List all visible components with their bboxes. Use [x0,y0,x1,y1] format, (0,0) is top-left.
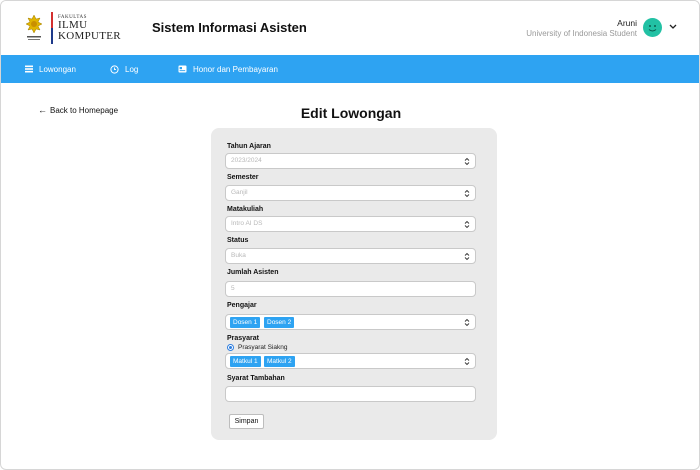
label-semester: Semester [227,174,259,181]
pengajar-tag[interactable]: Dosen 2 [264,317,295,328]
logo-divider [51,12,53,44]
prasyarat-tag[interactable]: Matkul 2 [264,356,295,367]
app-title: Sistem Informasi Asisten [152,20,307,35]
payment-icon [178,65,187,73]
select-arrows-icon [464,357,470,366]
label-prasyarat: Prasyarat [227,335,259,342]
pengajar-multiselect[interactable]: Dosen 1 Dosen 2 [225,314,476,330]
prasyarat-tag[interactable]: Matkul 1 [230,356,261,367]
avatar[interactable] [643,18,662,37]
prasyarat-radio-label: Prasyarat Siakng [238,344,288,351]
logo-line1: ILMU [58,18,88,31]
clock-icon [110,64,119,74]
nav-item-honor[interactable]: Honor dan Pembayaran [178,55,278,83]
university-seal-icon [25,14,43,40]
semester-select[interactable]: Ganjil [225,185,476,201]
label-status: Status [227,237,249,244]
top-header: FAKULTAS ILMU KOMPUTER Sistem Informasi … [1,1,699,55]
jumlah-asisten-input[interactable]: 5 [225,281,476,297]
semester-value: Ganjil [231,189,248,196]
matakuliah-select[interactable]: Intro AI DS [225,216,476,232]
nav-item-lowongan[interactable]: Lowongan [25,55,76,83]
tahun-ajaran-select[interactable]: 2023/2024 [225,153,476,169]
simpan-button[interactable]: Simpan [229,414,264,429]
status-select[interactable]: Buka [225,248,476,264]
matakuliah-value: Intro AI DS [231,220,263,227]
nav-item-log[interactable]: Log [110,55,138,83]
select-arrows-icon [464,157,470,166]
list-icon [25,65,33,73]
label-tahun-ajaran: Tahun Ajaran [227,143,271,150]
user-name: Aruni [617,18,637,28]
prasyarat-siakng-radio[interactable]: Prasyarat Siakng [227,344,288,351]
label-pengajar: Pengajar [227,302,257,309]
label-syarat-tambahan: Syarat Tambahan [227,375,285,382]
chevron-down-icon[interactable] [668,23,678,31]
pengajar-tag[interactable]: Dosen 1 [230,317,261,328]
tahun-ajaran-value: 2023/2024 [231,157,262,164]
page-title: Edit Lowongan [300,105,402,121]
smiley-icon [648,25,657,32]
select-arrows-icon [464,220,470,229]
main-nav: Lowongan Log Honor dan Pembayaran [1,55,699,83]
nav-label-log: Log [125,64,139,74]
faculty-logo[interactable]: FAKULTAS ILMU KOMPUTER [23,11,121,45]
select-arrows-icon [464,252,470,261]
radio-selected-icon[interactable] [227,344,234,351]
jumlah-asisten-value: 5 [231,285,235,292]
app-window: FAKULTAS ILMU KOMPUTER Sistem Informasi … [0,0,700,470]
nav-label-lowongan: Lowongan [39,64,76,74]
logo-wordmark: FAKULTAS ILMU KOMPUTER [58,15,121,42]
logo-line2: KOMPUTER [58,29,121,42]
label-matakuliah: Matakuliah [227,206,264,213]
nav-label-honor: Honor dan Pembayaran [193,64,278,74]
user-affiliation: University of Indonesia Student [526,29,637,38]
prasyarat-multiselect[interactable]: Matkul 1 Matkul 2 [225,353,476,369]
select-arrows-icon [464,318,470,327]
syarat-tambahan-input[interactable] [225,386,476,402]
select-arrows-icon [464,189,470,198]
label-jumlah-asisten: Jumlah Asisten [227,269,279,276]
status-value: Buka [231,252,246,259]
